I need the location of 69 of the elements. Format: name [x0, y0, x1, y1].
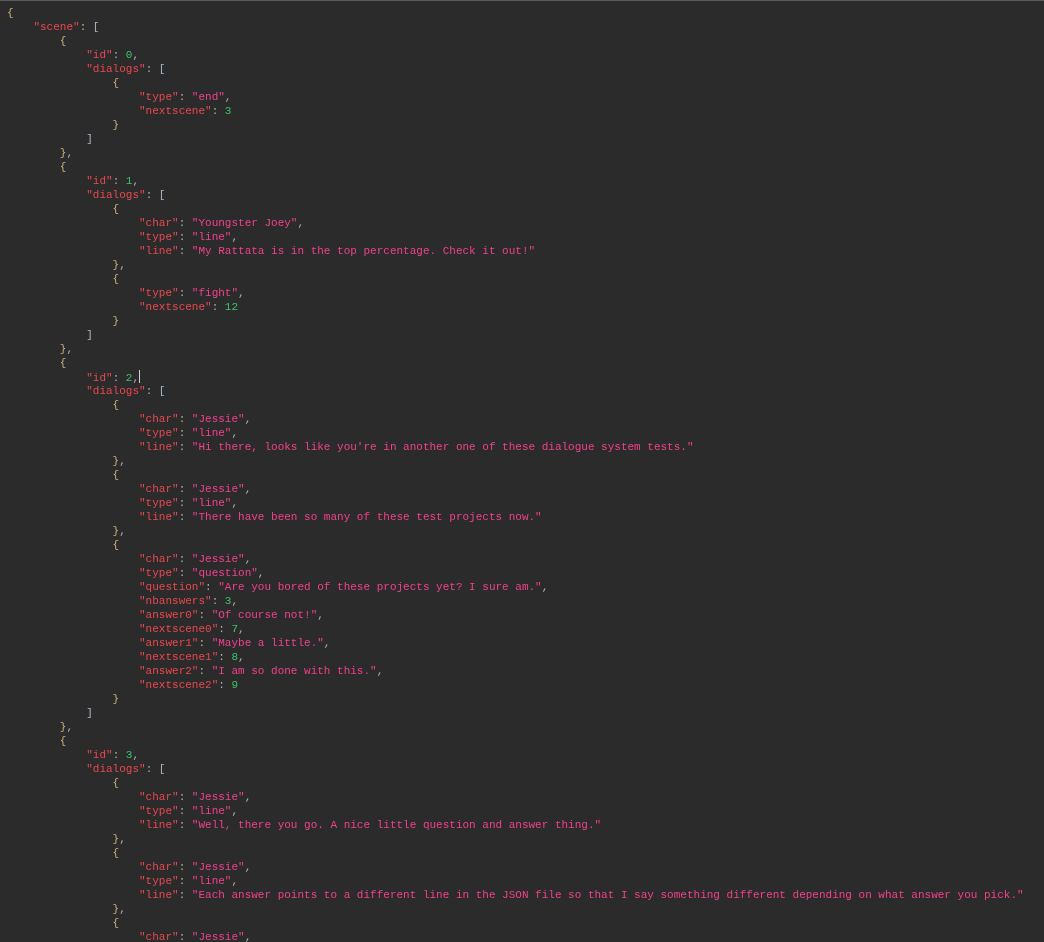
code-line: "nbanswers": 3,: [138, 594, 239, 608]
code-line: }: [111, 118, 120, 132]
code-line: "type": "fight",: [138, 286, 245, 300]
code-line: {: [111, 916, 120, 930]
code-line: "id": 3,: [85, 748, 140, 762]
code-line: "line": "There have been so many of these test projects now.": [138, 510, 542, 524]
code-line: "line": "Well, there you go. A nice little question and answer thing.": [138, 818, 602, 832]
code-line: "question": "Are you bored of these projects yet? I sure am.",: [138, 580, 549, 594]
code-line: "line": "Each answer points to a different line in the JSON file so that I say something different depending on what answer you pick.": [138, 888, 1024, 902]
code-line: "nextscene0": 7,: [138, 622, 245, 636]
code-line: },: [111, 902, 126, 916]
code-line: "char": "Jessie",: [138, 790, 252, 804]
code-line: "type": "question",: [138, 566, 265, 580]
code-line: },: [111, 524, 126, 538]
code-line: {: [111, 846, 120, 860]
code-line: "char": "Jessie",: [138, 930, 252, 942]
code-line: },: [111, 258, 126, 272]
code-line: "line": "Hi there, looks like you're in another one of these dialogue system tests.": [138, 440, 694, 454]
code-line: "nextscene": 12: [138, 300, 239, 314]
code-line: "type": "end",: [138, 90, 232, 104]
code-line: "char": "Jessie",: [138, 482, 252, 496]
code-line: },: [111, 832, 126, 846]
code-line: "nextscene1": 8,: [138, 650, 245, 664]
code-line: "dialogs": [: [85, 62, 166, 76]
code-line: "line": "My Rattata is in the top percentage. Check it out!": [138, 244, 536, 258]
code-line: ]: [85, 132, 93, 146]
code-line: {: [111, 76, 120, 90]
code-line: "char": "Jessie",: [138, 412, 252, 426]
code-line: {: [58, 160, 67, 174]
code-line: {: [111, 272, 120, 286]
code-line: "answer0": "Of course not!",: [138, 608, 324, 622]
code-line: },: [111, 454, 126, 468]
code-line: ]: [85, 328, 93, 342]
code-line: "char": "Youngster Joey",: [138, 216, 305, 230]
code-line: "type": "line",: [138, 230, 239, 244]
code-line: "nextscene": 3: [138, 104, 232, 118]
text-cursor: [139, 370, 141, 383]
code-line: "id": 1,: [85, 174, 140, 188]
code-line: "type": "line",: [138, 804, 239, 818]
code-line: "answer1": "Maybe a little.",: [138, 636, 331, 650]
code-line: "dialogs": [: [85, 762, 166, 776]
code-line: {: [58, 356, 67, 370]
code-line: "scene": [: [32, 20, 100, 34]
code-line: }: [111, 692, 120, 706]
code-line: "type": "line",: [138, 426, 239, 440]
code-line: {: [58, 734, 67, 748]
code-editor[interactable]: [0, 0, 1044, 942]
code-line: "dialogs": [: [85, 188, 166, 202]
code-line: "id": 2,: [85, 370, 141, 384]
code-line: {: [111, 202, 120, 216]
code-line: "dialogs": [: [85, 384, 166, 398]
code-line: {: [111, 468, 120, 482]
code-line: "id": 0,: [85, 48, 140, 62]
code-line: }: [111, 314, 120, 328]
code-line: "char": "Jessie",: [138, 552, 252, 566]
code-line: ]: [85, 706, 93, 720]
code-line: },: [58, 146, 74, 160]
code-line: {: [111, 398, 120, 412]
code-line: {: [111, 538, 120, 552]
code-line: "answer2": "I am so done with this.",: [138, 664, 384, 678]
code-line: },: [58, 720, 74, 734]
code-line: {: [7, 6, 14, 20]
code-line: },: [58, 342, 74, 356]
code-line: "char": "Jessie",: [138, 860, 252, 874]
code-line: "nextscene2": 9: [138, 678, 239, 692]
code-line: {: [111, 776, 120, 790]
code-line: "type": "line",: [138, 496, 239, 510]
code-line: "type": "line",: [138, 874, 239, 888]
code-line: {: [58, 34, 67, 48]
